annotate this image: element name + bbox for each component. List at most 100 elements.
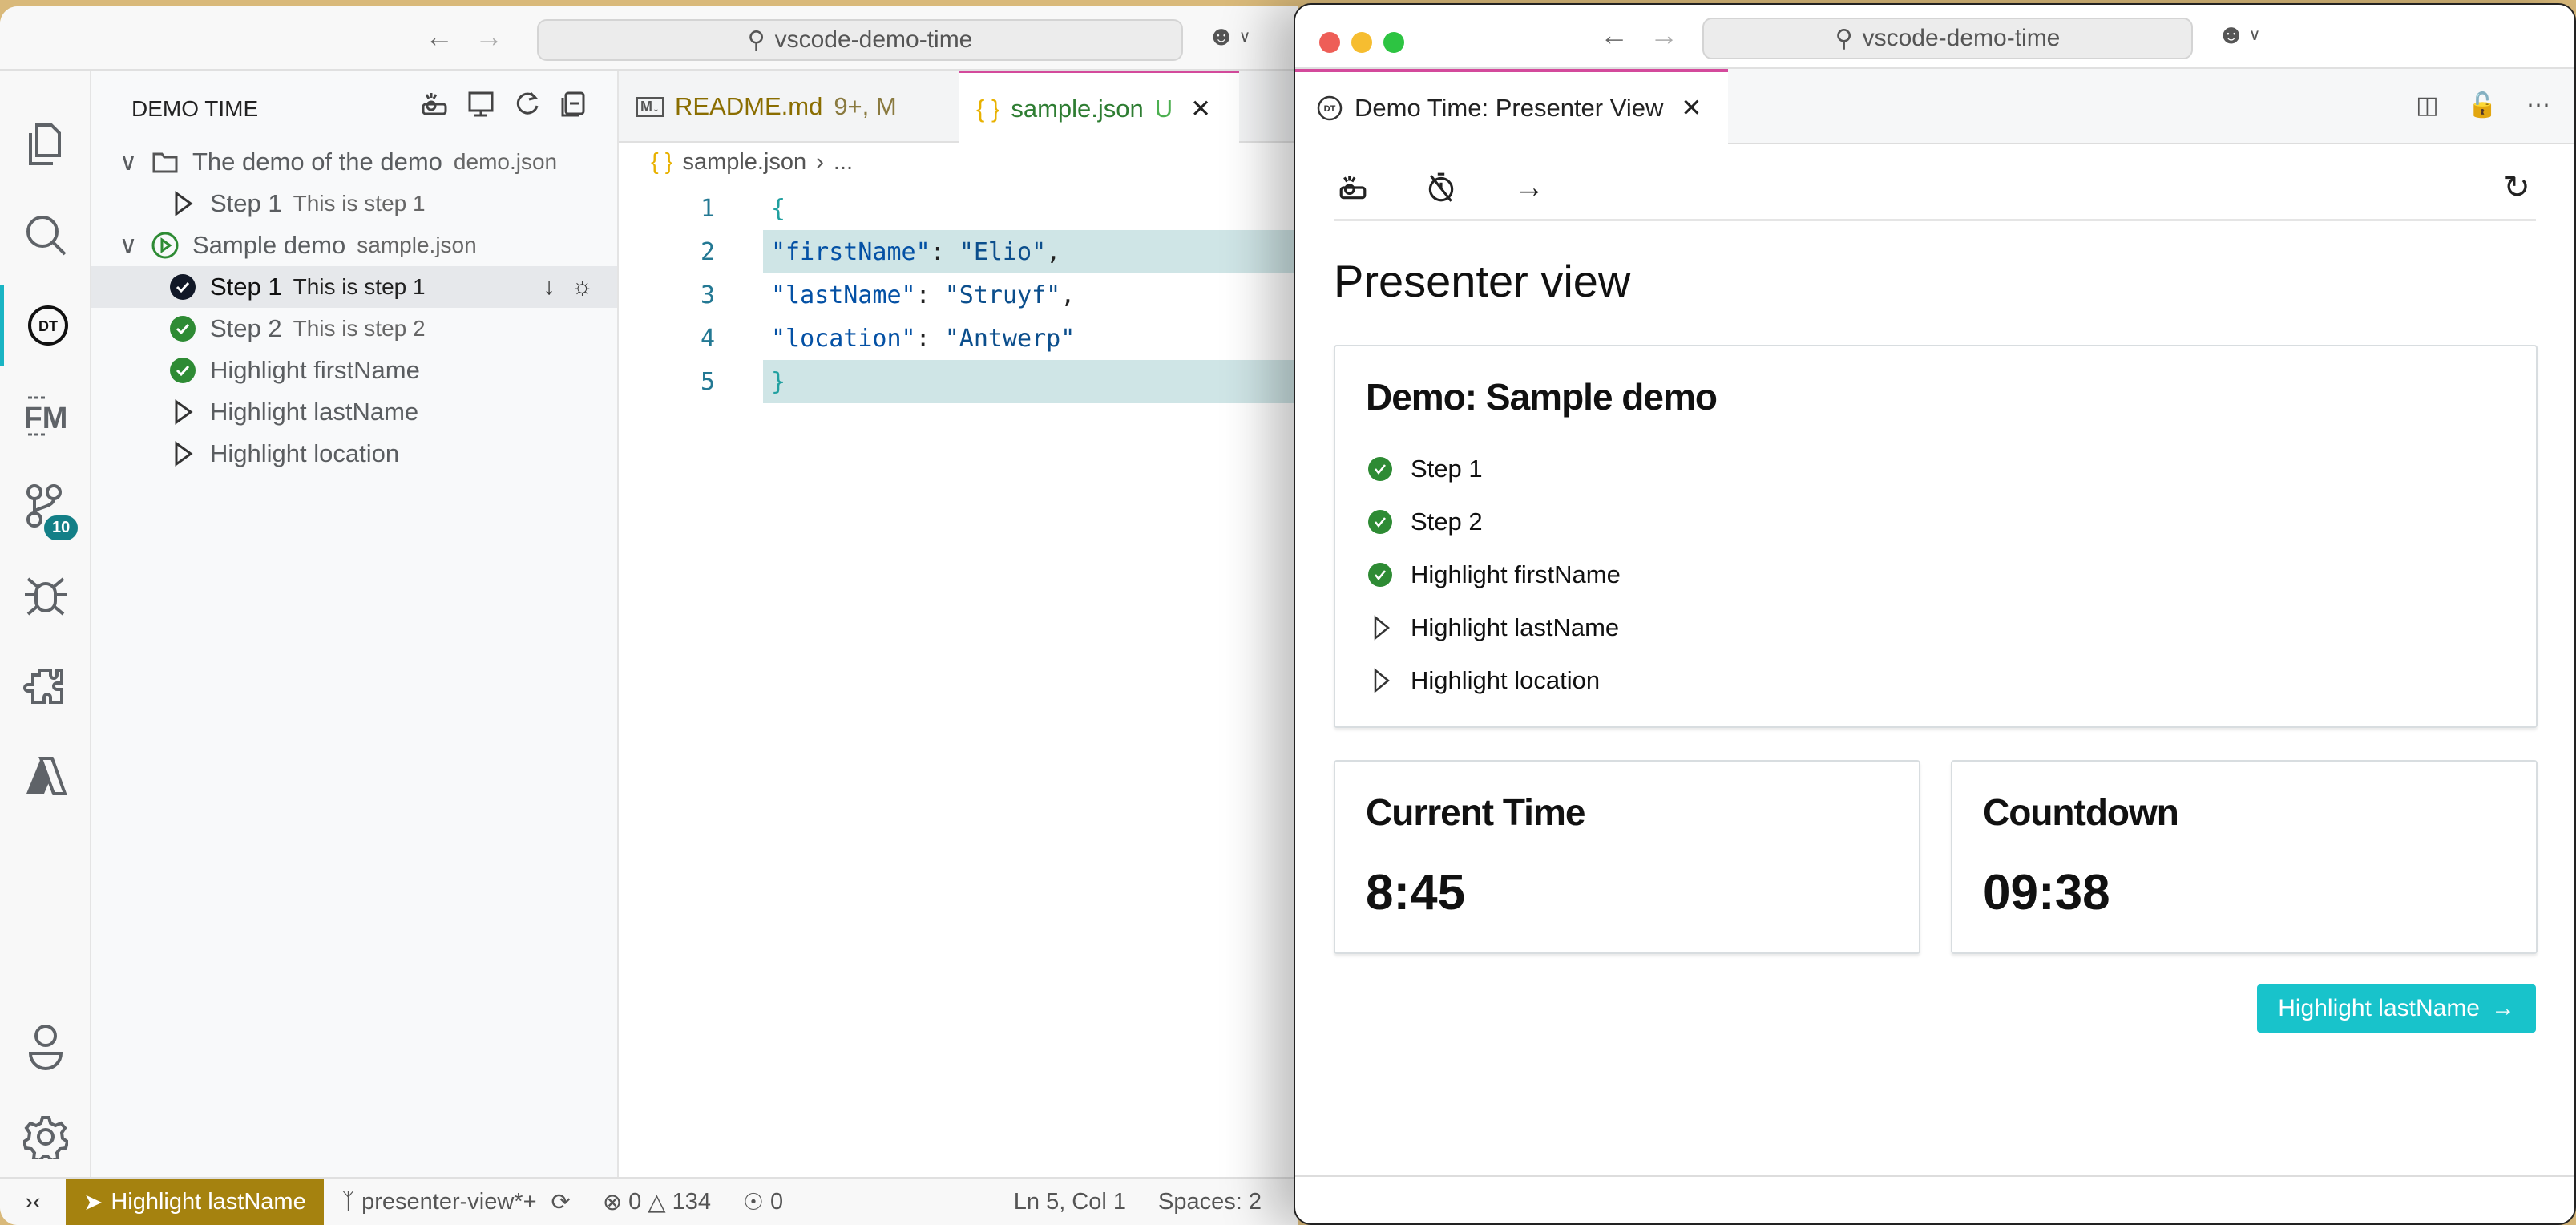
remote-icon: ›‹ <box>25 1188 41 1215</box>
activity-extensions[interactable] <box>0 646 91 726</box>
tree-step[interactable]: Step 1 This is step 1 <box>91 183 617 224</box>
current-time-value: 8:45 <box>1366 865 1466 920</box>
activity-explorer[interactable] <box>0 104 91 184</box>
activity-search[interactable] <box>0 195 91 275</box>
status-divider <box>1295 1175 2574 1177</box>
front-matter-icon: FM <box>24 396 67 436</box>
close-icon[interactable]: ✕ <box>1681 94 1702 123</box>
play-icon <box>175 399 193 425</box>
eye-icon[interactable]: ☼ <box>571 273 594 301</box>
countdown-card: Countdown 09:38 <box>1951 760 2538 954</box>
tree-demo-group[interactable]: ∨ The demo of the demo demo.json <box>91 141 617 183</box>
tree-step[interactable]: Highlight firstName <box>91 350 617 391</box>
breadcrumb-file[interactable]: sample.json <box>682 149 806 176</box>
rocket-icon: ➤ <box>83 1189 103 1215</box>
demo-step[interactable]: Step 2 <box>1366 502 1483 542</box>
refresh-icon[interactable] <box>513 90 542 119</box>
json-icon: { } <box>651 149 673 175</box>
tab-sample-json[interactable]: { } sample.json U ✕ <box>959 71 1239 144</box>
tree-step[interactable]: Step 2 This is step 2 <box>91 308 617 350</box>
arrow-down-icon[interactable]: ↓ <box>543 273 555 301</box>
warning-icon: △ <box>648 1189 666 1215</box>
remote-button[interactable]: ›‹ <box>0 1179 66 1225</box>
close-icon[interactable]: ✕ <box>1190 95 1211 123</box>
demo-step[interactable]: Highlight firstName <box>1366 555 1621 595</box>
editor-tabs: DT Demo Time: Presenter View ✕ ◫ 🔓 ⋯ <box>1295 69 2574 144</box>
demo-step[interactable]: Step 1 <box>1366 449 1483 489</box>
activity-manage[interactable] <box>0 1097 91 1177</box>
lock-icon[interactable]: 🔓 <box>2468 91 2497 119</box>
check-circle-icon <box>170 274 196 300</box>
command-center[interactable]: ⚲ vscode-demo-time <box>537 19 1183 61</box>
activity-front-matter[interactable]: FM <box>0 375 91 455</box>
demo-time-sidebar: DEMO TIME ∨ The demo of the demo demo.jso… <box>91 71 619 1177</box>
demo-step[interactable]: Highlight location <box>1366 661 1600 701</box>
next-step-button[interactable]: Highlight lastName → <box>2257 984 2536 1033</box>
json-icon: { } <box>976 94 1000 123</box>
status-indentation[interactable]: Spaces: 2 <box>1158 1189 1262 1215</box>
presentation-mode-icon <box>1339 176 1367 200</box>
status-position[interactable]: Ln 5, Col 1 <box>1014 1189 1126 1215</box>
code-line: 5} <box>619 360 1298 403</box>
demo-time-icon: DT <box>1317 95 1343 121</box>
sidebar-title: DEMO TIME <box>131 96 259 121</box>
status-bar: ›‹ ➤ Highlight lastName ᛉ presenter-view*… <box>0 1177 1298 1225</box>
arrow-right-icon: → <box>1514 170 1544 204</box>
tree-step-selected[interactable]: Step 1 This is step 1 ↓ ☼ <box>91 266 617 308</box>
close-window-button[interactable] <box>1319 32 1340 53</box>
code-line: 3 "lastName": "Struyf", <box>700 281 1076 309</box>
back-button[interactable]: ← <box>1600 19 1629 51</box>
copilot-button[interactable]: ☻ ∨ <box>2217 19 2260 51</box>
next-step-button[interactable]: → <box>1510 168 1548 207</box>
play-icon <box>1374 615 1390 641</box>
presentation-mode-icon[interactable] <box>420 90 449 119</box>
search-icon: ⚲ <box>747 26 765 54</box>
tab-readme[interactable]: M↓ README.md 9+, M <box>619 71 955 143</box>
command-center[interactable]: ⚲ vscode-demo-time <box>1702 18 2193 59</box>
editor-area: M↓ README.md 9+, M { } sample.json U ✕ {… <box>619 71 1298 1177</box>
search-icon: ⚲ <box>1835 25 1853 52</box>
sync-icon: ⟳ <box>551 1189 571 1215</box>
activity-demo-time[interactable]: DT <box>0 285 91 366</box>
presentation-mode-button[interactable] <box>1334 168 1372 207</box>
tree-demo-group[interactable]: ∨ Sample demo sample.json <box>91 224 617 266</box>
tab-presenter-view[interactable]: DT Demo Time: Presenter View ✕ <box>1295 69 1728 144</box>
title-bar: ← → ⚲ vscode-demo-time ☻ ∨ <box>0 6 1298 71</box>
tree-step[interactable]: Highlight location <box>91 433 617 475</box>
presenter-toolbar: → ↻ <box>1334 157 2536 221</box>
title-bar: ← → ⚲ vscode-demo-time ☻ ∨ <box>1295 5 2574 69</box>
demo-step[interactable]: Highlight lastName <box>1366 608 1619 648</box>
status-ports[interactable]: ☉ 0 <box>743 1188 783 1216</box>
tree-step[interactable]: Highlight lastName <box>91 391 617 433</box>
more-actions-icon[interactable]: ⋯ <box>2526 91 2550 119</box>
forward-button[interactable]: → <box>1649 19 1678 51</box>
activity-accounts[interactable] <box>0 1007 91 1087</box>
code-editor[interactable]: 1{ 2 "firstName": "Elio", 3 "lastName": … <box>619 187 1298 403</box>
activity-source-control[interactable]: 10 <box>0 467 91 547</box>
presenter-view-icon[interactable] <box>466 90 495 119</box>
debug-icon <box>25 577 67 616</box>
refresh-button[interactable]: ↻ <box>2497 168 2536 207</box>
status-problems[interactable]: ⊗ 0 △ 134 <box>603 1188 711 1216</box>
code-line: 2 "firstName": "Elio", <box>619 230 1298 273</box>
chevron-down-icon: ∨ <box>119 231 138 259</box>
files-icon <box>29 123 61 165</box>
editor-tabs: M↓ README.md 9+, M { } sample.json U ✕ <box>619 71 1298 144</box>
forward-button[interactable]: → <box>474 21 503 53</box>
code-line: 1{ <box>700 194 786 223</box>
page-title: Presenter view <box>1334 256 1631 306</box>
back-button[interactable]: ← <box>425 21 454 53</box>
activity-debug[interactable] <box>0 556 91 637</box>
zoom-window-button[interactable] <box>1383 32 1404 53</box>
breadcrumb-symbol[interactable]: ... <box>834 149 853 176</box>
collapse-all-icon[interactable] <box>559 90 588 119</box>
activity-azure[interactable] <box>0 736 91 816</box>
current-time-title: Current Time <box>1366 791 1585 833</box>
split-editor-icon[interactable]: ◫ <box>2416 91 2438 119</box>
copilot-button[interactable]: ☻ ∨ <box>1207 21 1250 52</box>
minimize-window-button[interactable] <box>1351 32 1372 53</box>
status-current-demo[interactable]: ➤ Highlight lastName <box>66 1179 324 1225</box>
reset-timer-button[interactable] <box>1422 168 1460 207</box>
status-branch[interactable]: ᛉ presenter-view*+ ⟳ <box>341 1188 571 1216</box>
play-icon <box>1374 668 1390 693</box>
